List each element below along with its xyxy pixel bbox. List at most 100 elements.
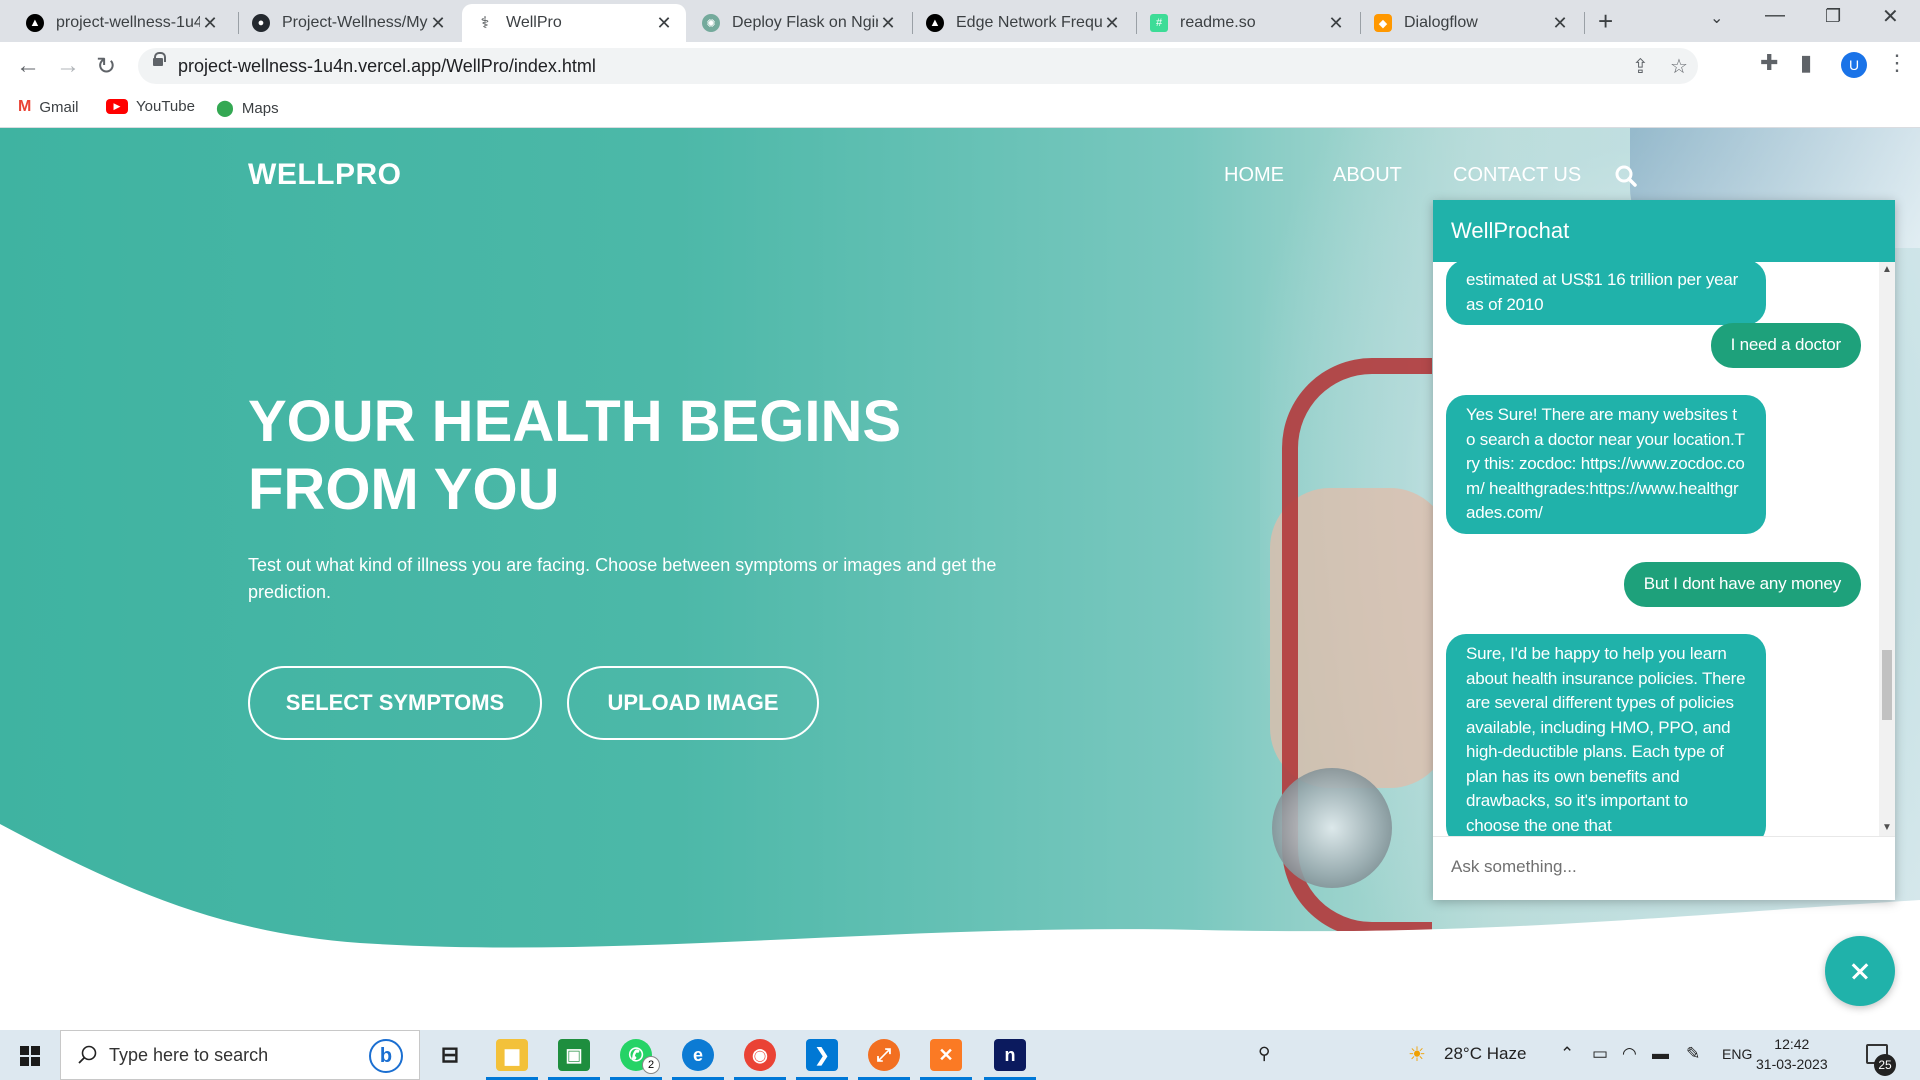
nav-about[interactable]: ABOUT bbox=[1333, 164, 1402, 187]
scroll-thumb[interactable] bbox=[1882, 650, 1892, 720]
language-indicator[interactable]: ENG bbox=[1722, 1046, 1752, 1062]
tab-dialogflow[interactable]: ◆ Dialogflow ✕ bbox=[1360, 4, 1582, 42]
tab-strip: ▲ project-wellness-1u4n ✕ ● Project-Well… bbox=[0, 0, 1920, 42]
file-explorer-icon[interactable]: ▆ bbox=[486, 1039, 538, 1080]
new-tab-icon[interactable]: + bbox=[1598, 6, 1613, 37]
tab-title: Dialogflow bbox=[1404, 14, 1478, 31]
url-text[interactable]: project-wellness-1u4n.vercel.app/WellPro… bbox=[178, 56, 596, 77]
nav-home[interactable]: HOME bbox=[1224, 164, 1284, 187]
gmail-icon: M bbox=[18, 98, 32, 115]
window-close-icon[interactable]: ✕ bbox=[1882, 4, 1899, 29]
profile-avatar[interactable]: U bbox=[1841, 52, 1867, 78]
pen-icon[interactable]: ✎ bbox=[1686, 1044, 1700, 1064]
scroll-up-icon[interactable]: ▲ bbox=[1882, 264, 1892, 275]
chatgpt-icon: ✺ bbox=[702, 14, 720, 32]
user-message: I need a doctor bbox=[1710, 323, 1861, 368]
notion-like-icon[interactable]: n bbox=[984, 1039, 1036, 1080]
weather-text[interactable]: 28°C Haze bbox=[1444, 1044, 1526, 1064]
bookmark-star-icon[interactable]: ☆ bbox=[1670, 54, 1688, 79]
tab-wellpro[interactable]: ⚕ WellPro ✕ bbox=[462, 4, 686, 42]
xampp-icon[interactable]: ✕ bbox=[920, 1039, 972, 1080]
people-icon[interactable]: ⚲ bbox=[1258, 1044, 1270, 1064]
maps-pin-icon: ⬤ bbox=[216, 100, 234, 117]
windows-taskbar: Type here to search b ⊟ ▆ ▣ ✆ 2 e ◉ ❯ ⤢ … bbox=[0, 1030, 1920, 1080]
chat-messages[interactable]: estimated at US$1 16 trillion per year a… bbox=[1433, 262, 1895, 836]
postman-icon[interactable]: ⤢ bbox=[858, 1039, 910, 1080]
bookmark-maps[interactable]: ⬤ Maps bbox=[216, 98, 279, 118]
wifi-icon[interactable]: ◠ bbox=[1622, 1044, 1637, 1064]
site-logo[interactable]: WELLPRO bbox=[248, 158, 402, 192]
browser-toolbar: ← → ↻ project-wellness-1u4n.vercel.app/W… bbox=[0, 42, 1920, 90]
tab-project-wellness[interactable]: ▲ project-wellness-1u4n ✕ bbox=[12, 4, 232, 42]
tab-title: WellPro bbox=[506, 14, 562, 31]
tab-search-icon[interactable]: ⌄ bbox=[1710, 8, 1723, 28]
forward-icon[interactable]: → bbox=[56, 52, 80, 80]
tab-edge-network[interactable]: ▲ Edge Network Freque ✕ bbox=[912, 4, 1134, 42]
minimize-icon[interactable]: — bbox=[1765, 4, 1785, 27]
windows-start-icon[interactable] bbox=[20, 1046, 40, 1066]
close-icon[interactable]: ✕ bbox=[654, 13, 674, 34]
upload-image-button[interactable]: UPLOAD IMAGE bbox=[567, 666, 819, 740]
tab-github[interactable]: ● Project-Wellness/Mys ✕ bbox=[238, 4, 460, 42]
select-symptoms-button[interactable]: SELECT SYMPTOMS bbox=[248, 666, 542, 740]
classroom-icon[interactable]: ▣ bbox=[548, 1039, 600, 1080]
vercel-icon: ▲ bbox=[26, 14, 44, 32]
meet-icon[interactable]: ▭ bbox=[1592, 1044, 1608, 1064]
back-icon[interactable]: ← bbox=[16, 52, 40, 80]
user-message: But I dont have any money bbox=[1623, 562, 1861, 607]
address-bar[interactable]: project-wellness-1u4n.vercel.app/WellPro… bbox=[138, 48, 1698, 84]
scroll-down-icon[interactable]: ▼ bbox=[1882, 822, 1892, 833]
extensions-icon[interactable]: ✚ bbox=[1760, 50, 1778, 76]
nav-contact-us[interactable]: CONTACT US bbox=[1453, 164, 1581, 187]
edge-icon[interactable]: e bbox=[672, 1039, 724, 1080]
chat-close-button[interactable] bbox=[1825, 936, 1895, 1006]
side-panel-icon[interactable]: ▮ bbox=[1800, 50, 1812, 76]
dialogflow-icon: ◆ bbox=[1374, 14, 1392, 32]
tab-deploy-flask[interactable]: ✺ Deploy Flask on Ngin ✕ bbox=[688, 4, 910, 42]
notification-count: 25 bbox=[1874, 1054, 1896, 1076]
share-icon[interactable]: ⇪ bbox=[1632, 54, 1649, 79]
bookmark-youtube[interactable]: ▶ YouTube bbox=[106, 98, 195, 115]
vscode-icon[interactable]: ❯ bbox=[796, 1039, 848, 1080]
readme-icon: # bbox=[1150, 14, 1168, 32]
bing-icon[interactable]: b bbox=[369, 1039, 403, 1073]
close-icon[interactable]: ✕ bbox=[200, 13, 220, 34]
lock-icon[interactable] bbox=[153, 52, 166, 66]
tab-title: Project-Wellness/Mys bbox=[282, 14, 428, 31]
tab-title: project-wellness-1u4n bbox=[56, 14, 200, 31]
bot-message: Yes Sure! There are many websites to sea… bbox=[1446, 395, 1766, 534]
chat-scrollbar[interactable]: ▲ ▼ bbox=[1879, 262, 1895, 836]
tab-title: Deploy Flask on Ngin bbox=[732, 14, 878, 31]
hero-subtitle: Test out what kind of illness you are fa… bbox=[248, 555, 997, 602]
task-view-icon[interactable]: ⊟ bbox=[434, 1039, 466, 1071]
chat-widget: WellProchat estimated at US$1 16 trillio… bbox=[1433, 200, 1895, 900]
close-icon[interactable]: ✕ bbox=[878, 13, 898, 34]
clock[interactable]: 12:42 31-03-2023 bbox=[1756, 1034, 1828, 1074]
show-hidden-icons[interactable]: ⌃ bbox=[1560, 1044, 1574, 1064]
close-icon[interactable]: ✕ bbox=[1326, 13, 1346, 34]
close-icon[interactable]: ✕ bbox=[1102, 13, 1122, 34]
restore-icon[interactable]: ❐ bbox=[1825, 6, 1841, 27]
chrome-icon[interactable]: ◉ bbox=[734, 1039, 786, 1080]
bookmark-gmail[interactable]: M Gmail bbox=[18, 98, 79, 116]
taskbar-search[interactable]: Type here to search b bbox=[60, 1030, 420, 1080]
close-icon[interactable]: ✕ bbox=[428, 13, 448, 34]
tab-readme[interactable]: # readme.so ✕ bbox=[1136, 4, 1358, 42]
clock-date: 31-03-2023 bbox=[1756, 1056, 1828, 1072]
chat-input-area bbox=[1433, 836, 1895, 900]
stethoscope-icon: ⚕ bbox=[480, 15, 490, 32]
search-icon[interactable] bbox=[1614, 164, 1638, 188]
whatsapp-badge: 2 bbox=[642, 1056, 660, 1074]
battery-icon[interactable]: ▬ bbox=[1652, 1044, 1669, 1064]
weather-icon[interactable]: ☀ bbox=[1408, 1042, 1426, 1067]
menu-icon[interactable]: ⋮ bbox=[1886, 50, 1908, 76]
clock-time: 12:42 bbox=[1774, 1036, 1810, 1052]
vercel-icon: ▲ bbox=[926, 14, 944, 32]
close-icon[interactable]: ✕ bbox=[1550, 13, 1570, 34]
tab-title: Edge Network Freque bbox=[956, 14, 1102, 31]
chat-input[interactable] bbox=[1451, 857, 1871, 877]
search-icon bbox=[78, 1045, 97, 1064]
bookmarks-bar: M Gmail ▶ YouTube ⬤ Maps bbox=[0, 90, 1920, 128]
bot-message: estimated at US$1 16 trillion per year a… bbox=[1446, 262, 1766, 325]
reload-icon[interactable]: ↻ bbox=[96, 52, 116, 81]
